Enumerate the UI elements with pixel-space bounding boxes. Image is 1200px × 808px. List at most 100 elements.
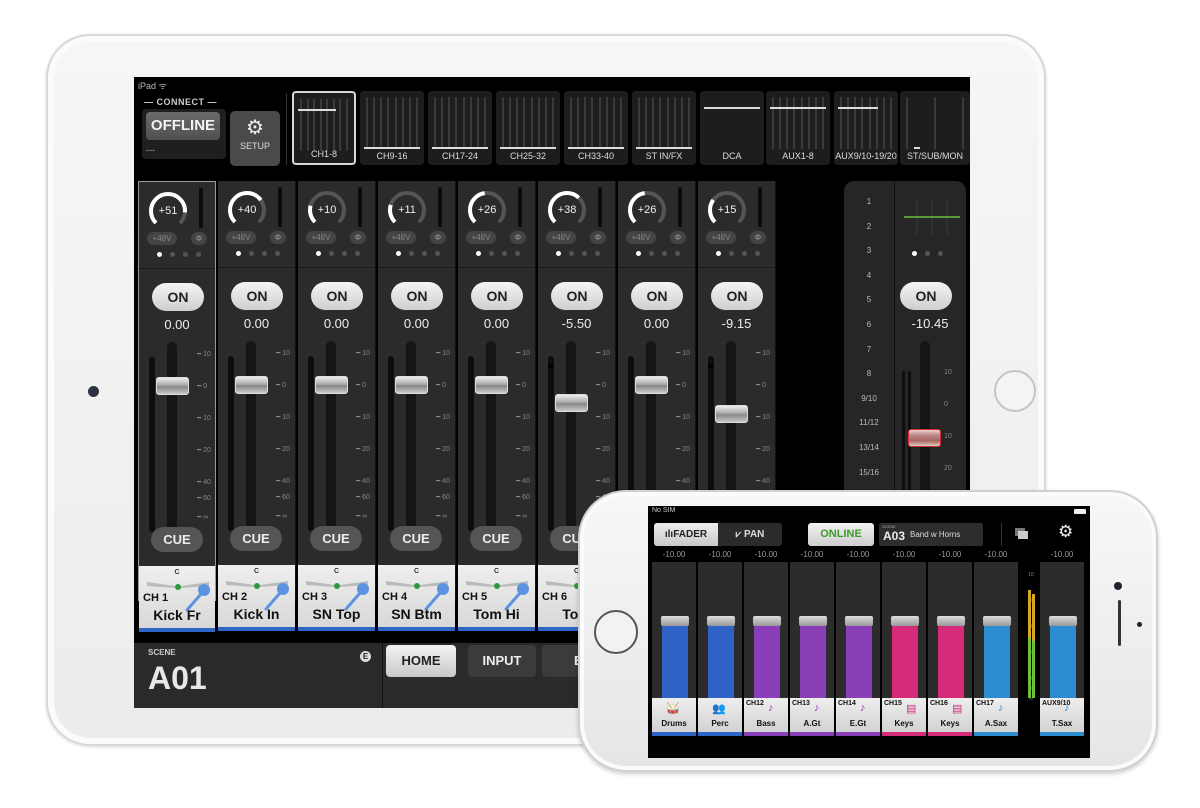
channel-name-card[interactable]: CH13 ♪ A.Gt: [790, 698, 834, 736]
phase-button[interactable]: Φ: [590, 231, 606, 244]
bank-button[interactable]: ST IN/FX: [632, 91, 696, 165]
channel-index-label[interactable]: 13/14: [844, 443, 894, 452]
fader-strip[interactable]: [836, 562, 880, 698]
channel-on-button[interactable]: ON: [311, 282, 363, 310]
phantom-power-button[interactable]: +48V: [626, 231, 656, 244]
channel-index-label[interactable]: 1: [844, 197, 894, 206]
fader-track[interactable]: [246, 341, 256, 531]
fader-strip[interactable]: [928, 562, 972, 698]
phase-button[interactable]: Φ: [510, 231, 526, 244]
cue-button[interactable]: CUE: [151, 527, 203, 552]
channel-on-button[interactable]: ON: [551, 282, 603, 310]
page-dots[interactable]: [636, 251, 680, 256]
offline-button[interactable]: OFFLINE: [146, 112, 220, 140]
channel-name-card[interactable]: CH16 ▤ Keys: [928, 698, 972, 736]
phantom-power-button[interactable]: +48V: [706, 231, 736, 244]
phantom-power-button[interactable]: +48V: [226, 231, 256, 244]
bank-button[interactable]: CH17-24: [428, 91, 492, 165]
fader-knob[interactable]: [395, 376, 428, 394]
channel-index-label[interactable]: 6: [844, 320, 894, 329]
channel-index-label[interactable]: 11/12: [844, 418, 894, 427]
fader-knob[interactable]: [753, 616, 781, 627]
fader-knob[interactable]: [475, 376, 508, 394]
channel-name-card[interactable]: AUX9/10 ♪ T.Sax: [1040, 698, 1084, 736]
fader-strip[interactable]: [882, 562, 926, 698]
fader-strip[interactable]: [698, 562, 742, 698]
cue-button[interactable]: CUE: [230, 526, 282, 551]
scene-display[interactable]: SCENE A03 Band w Horns: [879, 523, 983, 546]
fader-knob[interactable]: [799, 616, 827, 627]
channel-on-button[interactable]: ON: [152, 283, 204, 311]
fader-track[interactable]: [326, 341, 336, 531]
fader-knob[interactable]: [983, 616, 1011, 627]
scene-value[interactable]: A01: [148, 660, 207, 697]
phase-button[interactable]: Φ: [191, 232, 207, 245]
page-dots[interactable]: [556, 251, 600, 256]
channel-index-label[interactable]: 8: [844, 369, 894, 378]
fader-track[interactable]: [406, 341, 416, 531]
fader-strip[interactable]: [744, 562, 788, 698]
phase-button[interactable]: Φ: [270, 231, 286, 244]
channel-index-label[interactable]: 2: [844, 222, 894, 231]
channel-name-card[interactable]: C CH 1 Kick Fr: [139, 566, 215, 632]
bank-button[interactable]: AUX1-8: [766, 91, 830, 165]
fader-track[interactable]: [167, 342, 177, 532]
channel-index-label[interactable]: 3: [844, 246, 894, 255]
channel-name-card[interactable]: C CH 4 SN Btm: [378, 565, 455, 631]
phantom-power-button[interactable]: +48V: [147, 232, 177, 245]
cue-button[interactable]: CUE: [310, 526, 362, 551]
copy-icon[interactable]: [1015, 528, 1029, 540]
settings-gear-icon[interactable]: ⚙: [1058, 522, 1073, 542]
channel-name-card[interactable]: 👥 Perc: [698, 698, 742, 736]
bank-button[interactable]: AUX9/10-19/20: [834, 91, 898, 165]
fader-track[interactable]: [486, 341, 496, 531]
page-dots[interactable]: [476, 251, 520, 256]
page-dots[interactable]: [316, 251, 360, 256]
fader-knob[interactable]: [315, 376, 348, 394]
phase-button[interactable]: Φ: [430, 231, 446, 244]
channel-name-card[interactable]: C CH 5 Tom Hi: [458, 565, 535, 631]
page-dots[interactable]: [236, 251, 280, 256]
fader-knob[interactable]: [156, 377, 189, 395]
scene-info-icon[interactable]: E: [360, 651, 371, 662]
channel-index-label[interactable]: 9/10: [844, 394, 894, 403]
fader-strip[interactable]: [790, 562, 834, 698]
fader-knob[interactable]: [555, 393, 588, 412]
channel-index-label[interactable]: 4: [844, 271, 894, 280]
fader-knob[interactable]: [1049, 616, 1077, 627]
bank-button[interactable]: CH1-8: [292, 91, 356, 165]
page-dots[interactable]: [396, 251, 440, 256]
channel-name-card[interactable]: CH14 ♪ E.Gt: [836, 698, 880, 736]
bank-button[interactable]: CH33-40: [564, 91, 628, 165]
bank-button[interactable]: ST/SUB/MON: [900, 91, 970, 165]
fader-strip[interactable]: [652, 562, 696, 698]
channel-name-card[interactable]: CH15 ▤ Keys: [882, 698, 926, 736]
bank-button[interactable]: CH25-32: [496, 91, 560, 165]
fader-track[interactable]: [566, 341, 576, 531]
bank-button[interactable]: CH9-16: [360, 91, 424, 165]
cue-button[interactable]: CUE: [390, 526, 442, 551]
fader-knob[interactable]: [937, 616, 965, 627]
iphone-home-button[interactable]: [594, 610, 638, 654]
phase-button[interactable]: Φ: [750, 231, 766, 244]
phantom-power-button[interactable]: +48V: [386, 231, 416, 244]
fader-knob[interactable]: [891, 616, 919, 627]
fader-knob[interactable]: [235, 376, 268, 394]
setup-button[interactable]: ⚙ SETUP: [230, 111, 280, 166]
page-dots[interactable]: [157, 252, 201, 257]
channel-on-button[interactable]: ON: [391, 282, 443, 310]
phase-button[interactable]: Φ: [670, 231, 686, 244]
fader-knob[interactable]: [845, 616, 873, 627]
tab-fader[interactable]: ılıFADER: [654, 523, 718, 546]
channel-name-card[interactable]: C CH 2 Kick In: [218, 565, 295, 631]
page-dots[interactable]: [716, 251, 760, 256]
channel-on-button[interactable]: ON: [631, 282, 683, 310]
phase-button[interactable]: Φ: [350, 231, 366, 244]
channel-name-card[interactable]: CH17 ♪ A.Sax: [974, 698, 1018, 736]
channel-on-button[interactable]: ON: [711, 282, 763, 310]
fader-knob[interactable]: [635, 376, 668, 394]
master-fader-knob[interactable]: [908, 429, 941, 448]
phantom-power-button[interactable]: +48V: [466, 231, 496, 244]
ipad-home-button[interactable]: [994, 370, 1036, 412]
phantom-power-button[interactable]: +48V: [306, 231, 336, 244]
